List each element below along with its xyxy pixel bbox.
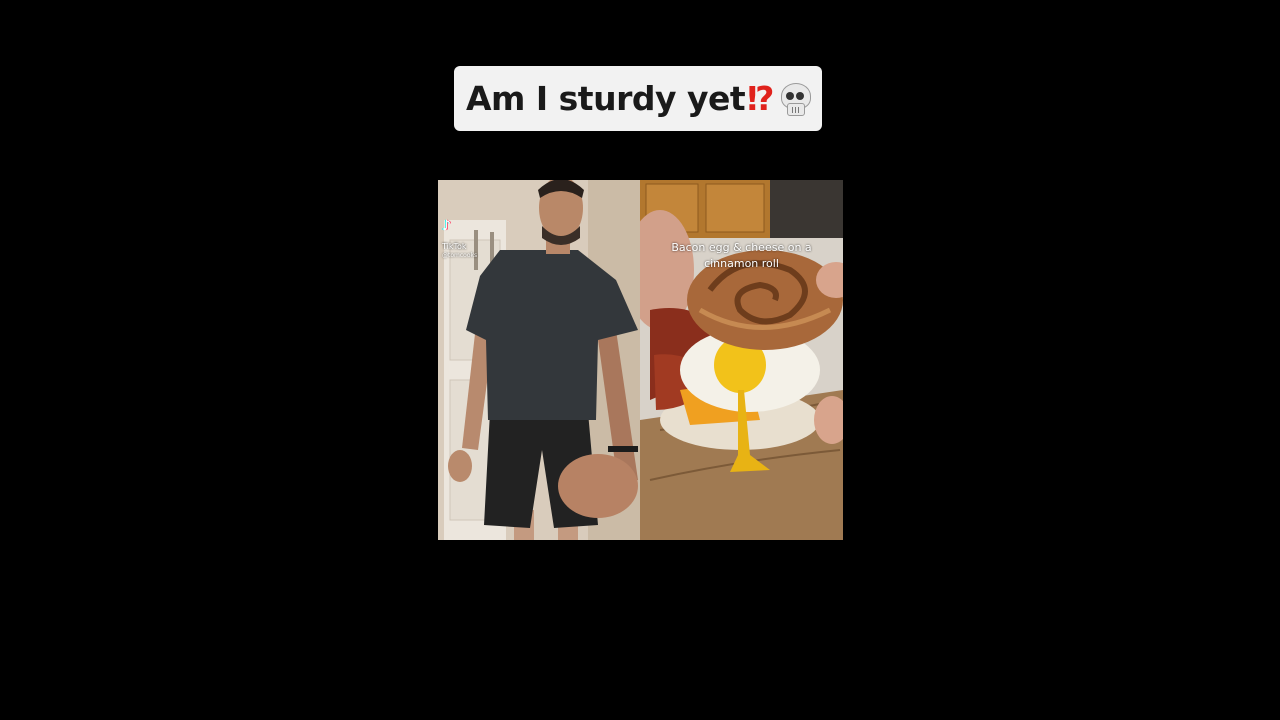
tiktok-watermark: ♪ TikTok <box>442 218 474 253</box>
skull-icon <box>780 82 811 116</box>
tiktok-watermark-text: TikTok <box>442 242 467 251</box>
sandwich-image <box>640 180 843 540</box>
video-player[interactable]: ♪ TikTok @tomcooks Bacon egg & cheese on… <box>438 180 843 540</box>
caption-box: Am I sturdy yet ⁉ <box>454 66 822 131</box>
video-left-panel: ♪ TikTok @tomcooks <box>438 180 640 540</box>
interrobang-icon: ⁉ <box>747 79 774 118</box>
tiktok-username: @tomcooks <box>442 252 478 259</box>
tiktok-logo-icon: ♪ <box>442 218 451 234</box>
video-right-panel: Bacon egg & cheese on a cinnamon roll <box>640 180 843 540</box>
caption-text: Am I sturdy yet ⁉ <box>465 79 811 118</box>
caption-title: Am I sturdy yet <box>465 79 746 118</box>
video-overlay-caption: Bacon egg & cheese on a cinnamon roll <box>671 241 812 270</box>
